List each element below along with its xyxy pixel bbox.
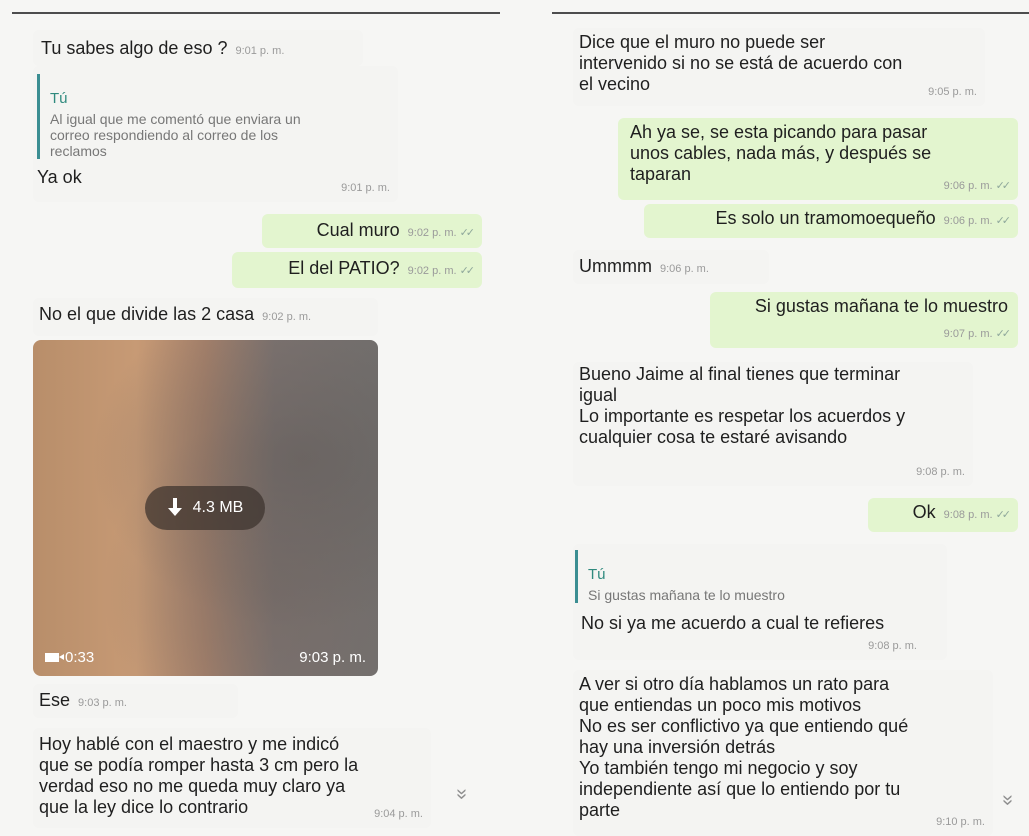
message-time: 9:07 p. m. ✓✓ <box>943 328 1012 340</box>
message-time: 9:06 p. m. <box>943 215 993 227</box>
scroll-down-icon[interactable]: » <box>448 780 476 808</box>
download-icon <box>167 498 183 518</box>
message-time: 9:08 p. m. <box>868 640 917 652</box>
message-outgoing[interactable]: Es solo un tramomoequeño 9:06 p. m. ✓✓ <box>644 204 1018 238</box>
chat-panel-left: Tu sabes algo de eso ? 9:01 p. m. Tú Al ig… <box>0 0 514 836</box>
message-text: Hoy hablé con el maestro y me indicó que… <box>39 734 359 817</box>
top-divider <box>12 12 500 14</box>
message-text: Cual muro <box>316 220 400 240</box>
video-time: 9:03 p. m. <box>299 649 366 666</box>
message-text: El del PATIO? <box>288 258 400 278</box>
quoted-message[interactable]: Tú Si gustas mañana te lo muestro <box>575 550 941 603</box>
message-incoming[interactable]: Bueno Jaime al final tienes que terminar… <box>573 362 973 486</box>
message-time: 9:08 p. m. <box>916 466 965 478</box>
quote-text: Al igual que me comentó que enviara un c… <box>50 111 301 159</box>
message-time: 9:02 p. m. <box>407 227 457 239</box>
message-time: 9:10 p. m. <box>936 816 985 828</box>
message-outgoing[interactable]: Si gustas mañana te lo muestro 9:07 p. m… <box>710 292 1018 348</box>
message-time: 9:08 p. m. <box>943 509 993 521</box>
message-text: Es solo un tramomoequeño <box>715 208 936 228</box>
message-incoming[interactable]: Hoy hablé con el maestro y me indicó que… <box>33 728 431 828</box>
message-incoming-with-quote[interactable]: Tú Al igual que me comentó que enviara un… <box>33 66 398 202</box>
quote-author: Tú <box>50 90 68 107</box>
message-time: 9:05 p. m. <box>928 86 977 98</box>
message-text: No el que divide las 2 casa <box>39 304 255 324</box>
message-incoming[interactable]: Dice que el muro no puede ser intervenid… <box>573 28 985 106</box>
message-text: Ese <box>39 690 71 710</box>
read-ticks-icon: ✓✓ <box>995 328 1012 340</box>
read-ticks-icon: ✓✓ <box>995 509 1012 521</box>
download-button[interactable]: 4.3 MB <box>145 486 265 530</box>
message-time: 9:02 p. m. <box>407 265 457 277</box>
message-incoming[interactable]: Ummmm 9:06 p. m. <box>573 250 769 284</box>
message-text: Bueno Jaime al final tienes que terminar… <box>579 364 906 447</box>
message-text: Dice que el muro no puede ser intervenid… <box>579 32 903 94</box>
message-outgoing[interactable]: Cual muro 9:02 p. m. ✓✓ <box>262 214 482 248</box>
message-text: Ya ok <box>37 167 82 187</box>
video-duration: 0:33 <box>45 649 94 666</box>
message-text: Ok <box>912 502 936 522</box>
message-text: Si gustas mañana te lo muestro <box>754 296 1008 316</box>
video-message[interactable]: 4.3 MB 0:33 9:03 p. m. <box>33 340 378 676</box>
message-outgoing[interactable]: Ok 9:08 p. m. ✓✓ <box>868 498 1018 532</box>
message-incoming[interactable]: No el que divide las 2 casa 9:02 p. m. <box>33 298 378 336</box>
video-size: 4.3 MB <box>192 499 244 516</box>
message-time: 9:02 p. m. <box>262 311 312 323</box>
message-text: A ver si otro día hablamos un rato para … <box>579 674 909 820</box>
video-duration-text: 0:33 <box>65 649 95 666</box>
quote-author: Tú <box>588 566 606 583</box>
message-time: 9:06 p. m. ✓✓ <box>943 180 1012 192</box>
read-ticks-icon: ✓✓ <box>995 215 1012 227</box>
message-time: 9:06 p. m. <box>659 263 709 275</box>
message-time: 9:01 p. m. <box>235 45 285 57</box>
message-time: 9:04 p. m. <box>374 808 423 820</box>
message-text: No si ya me acuerdo a cual te refieres <box>581 613 885 633</box>
scroll-down-icon[interactable]: » <box>994 786 1022 814</box>
quoted-message[interactable]: Tú Al igual que me comentó que enviara un… <box>37 74 390 159</box>
message-incoming[interactable]: Tu sabes algo de eso ? 9:01 p. m. <box>33 30 363 66</box>
message-text: Ummmm <box>579 256 652 276</box>
message-incoming[interactable]: Ese 9:03 p. m. <box>33 684 238 718</box>
message-time: 9:03 p. m. <box>78 697 127 709</box>
quote-text: Si gustas mañana te lo muestro <box>588 587 785 603</box>
read-ticks-icon: ✓✓ <box>995 180 1012 192</box>
chat-panel-right: Dice que el muro no puede ser intervenid… <box>514 0 1029 836</box>
read-ticks-icon: ✓✓ <box>459 227 476 239</box>
video-camera-icon <box>45 653 64 662</box>
top-divider <box>552 12 1029 14</box>
message-outgoing[interactable]: Ah ya se, se esta picando para pasar uno… <box>618 118 1018 200</box>
message-time: 9:01 p. m. <box>341 182 390 194</box>
message-text: Tu sabes algo de eso ? <box>41 38 228 58</box>
message-incoming[interactable]: A ver si otro día hablamos un rato para … <box>573 670 993 836</box>
message-incoming-with-quote[interactable]: Tú Si gustas mañana te lo muestro No si y… <box>573 544 947 660</box>
read-ticks-icon: ✓✓ <box>459 265 476 277</box>
message-outgoing[interactable]: El del PATIO? 9:02 p. m. ✓✓ <box>232 252 482 288</box>
